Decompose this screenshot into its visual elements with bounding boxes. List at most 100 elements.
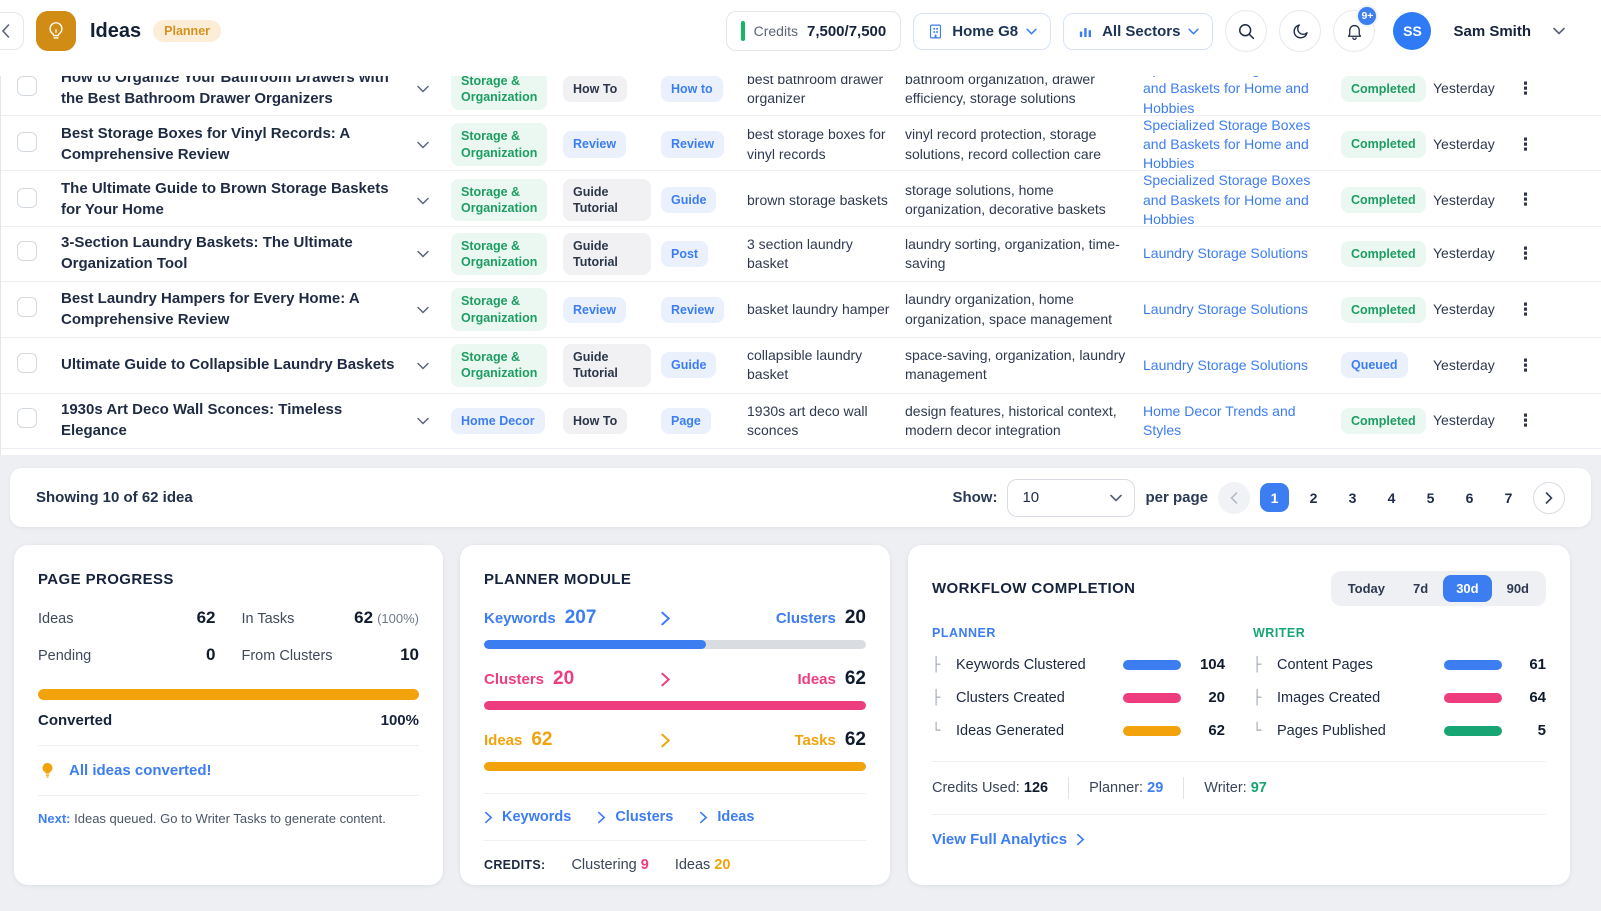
range-30d-button[interactable]: 30d — [1443, 575, 1491, 602]
status-badge: Completed — [1341, 241, 1426, 267]
page-button[interactable]: 2 — [1299, 483, 1328, 512]
chevron-down-icon — [1026, 28, 1037, 35]
cluster-link[interactable]: Laundry Storage Solutions — [1143, 357, 1308, 373]
page-button[interactable]: 6 — [1455, 483, 1484, 512]
kebab-menu-icon[interactable]: ⋮ — [1517, 300, 1534, 319]
time-range-toggle: Today 7d 30d 90d — [1331, 571, 1546, 606]
idea-title[interactable]: Ultimate Guide to Collapsible Laundry Ba… — [61, 355, 417, 376]
kebab-menu-icon[interactable]: ⋮ — [1517, 356, 1534, 375]
range-today-button[interactable]: Today — [1335, 575, 1398, 602]
page-button[interactable]: 4 — [1377, 483, 1406, 512]
dark-mode-button[interactable] — [1279, 10, 1321, 52]
planner-credits: Planner: 29 — [1089, 780, 1163, 796]
metric-bar — [1123, 726, 1181, 736]
range-90d-button[interactable]: 90d — [1494, 575, 1542, 602]
page-button[interactable]: 1 — [1260, 483, 1289, 512]
kebab-menu-icon[interactable]: ⋮ — [1517, 190, 1534, 209]
row-checkbox[interactable] — [17, 408, 37, 428]
cluster-link[interactable]: Specialized Storage Boxes and Baskets fo… — [1143, 76, 1310, 116]
stat-value: 62 — [354, 608, 373, 628]
kebab-menu-icon[interactable]: ⋮ — [1517, 244, 1534, 263]
format-badge: Guide — [661, 187, 716, 213]
row-checkbox[interactable] — [17, 297, 37, 317]
cluster-link[interactable]: Laundry Storage Solutions — [1143, 301, 1308, 317]
next-page-button[interactable] — [1533, 482, 1565, 514]
table-row: Best Laundry Hampers for Every Home: A C… — [1, 282, 1601, 338]
expand-chevron-icon[interactable] — [417, 250, 429, 258]
tree-corner-icon: └ — [1253, 723, 1267, 739]
avatar[interactable]: SS — [1393, 12, 1431, 50]
expand-chevron-icon[interactable] — [417, 417, 429, 425]
cluster-link[interactable]: Specialized Storage Boxes and Baskets fo… — [1143, 117, 1310, 172]
table-row: 3-Section Laundry Baskets: The Ultimate … — [1, 227, 1601, 283]
secondary-keywords: bathroom organization, drawer efficiency… — [905, 76, 1143, 108]
row-checkbox[interactable] — [17, 76, 37, 96]
idea-title[interactable]: How to Organize Your Bathroom Drawers wi… — [61, 76, 417, 110]
workspace-dropdown[interactable]: Home G8 — [913, 13, 1051, 50]
idea-title[interactable]: 1930s Art Deco Wall Sconces: Timeless El… — [61, 400, 417, 441]
row-checkbox[interactable] — [17, 241, 37, 261]
search-button[interactable] — [1225, 10, 1267, 52]
ideas-link[interactable]: Ideas — [699, 809, 754, 825]
back-button[interactable] — [0, 12, 24, 50]
chevron-down-icon[interactable] — [1553, 27, 1565, 35]
kebab-menu-icon[interactable]: ⋮ — [1517, 79, 1534, 98]
idea-title[interactable]: Best Storage Boxes for Vinyl Records: A … — [61, 124, 417, 165]
page-button[interactable]: 7 — [1494, 483, 1523, 512]
kebab-menu-icon[interactable]: ⋮ — [1517, 135, 1534, 154]
keywords-link[interactable]: Keywords — [484, 809, 571, 825]
primary-keyword: 1930s art deco wall sconces — [747, 402, 905, 441]
lightbulb-icon — [38, 761, 57, 780]
page-title: Ideas — [90, 20, 141, 43]
workflow-row: ├ Images Created 64 — [1253, 689, 1546, 706]
flow-to-label: Ideas — [798, 671, 836, 688]
expand-chevron-icon[interactable] — [417, 141, 429, 149]
clusters-link[interactable]: Clusters — [597, 809, 673, 825]
row-checkbox[interactable] — [17, 132, 37, 152]
metric-bar — [1444, 726, 1502, 736]
cluster-link[interactable]: Specialized Storage Boxes and Baskets fo… — [1143, 172, 1310, 227]
expand-chevron-icon[interactable] — [417, 362, 429, 370]
prev-page-button[interactable] — [1218, 482, 1250, 514]
credits-label: Credits — [754, 23, 798, 39]
flow-progress-bar — [484, 762, 866, 771]
flow-to-label: Tasks — [794, 732, 835, 749]
page-button[interactable]: 3 — [1338, 483, 1367, 512]
status-badge: Completed — [1341, 408, 1426, 434]
range-7d-button[interactable]: 7d — [1400, 575, 1441, 602]
expand-chevron-icon[interactable] — [417, 306, 429, 314]
tree-branch-icon: ├ — [932, 690, 946, 706]
search-icon — [1237, 22, 1256, 41]
conversion-message: All ideas converted! — [69, 762, 212, 779]
notifications-button[interactable]: 9+ — [1333, 10, 1375, 52]
format-badge: How to — [661, 76, 723, 102]
date-label: Yesterday — [1433, 300, 1517, 319]
cluster-link[interactable]: Laundry Storage Solutions — [1143, 245, 1308, 261]
flow-progress-bar — [484, 701, 866, 710]
flow-from-label[interactable]: Keywords — [484, 610, 556, 627]
format-badge: Review — [661, 131, 724, 157]
user-name: Sam Smith — [1453, 23, 1531, 40]
sector-dropdown[interactable]: All Sectors — [1063, 13, 1213, 50]
kebab-menu-icon[interactable]: ⋮ — [1517, 411, 1534, 430]
idea-title[interactable]: The Ultimate Guide to Brown Storage Bask… — [61, 179, 417, 220]
expand-chevron-icon[interactable] — [417, 197, 429, 205]
expand-chevron-icon[interactable] — [417, 85, 429, 93]
category-badge: Storage & Organization — [451, 233, 547, 276]
idea-title[interactable]: Best Laundry Hampers for Every Home: A C… — [61, 289, 417, 330]
idea-title[interactable]: 3-Section Laundry Baskets: The Ultimate … — [61, 233, 417, 274]
secondary-keywords: storage solutions, home organization, de… — [905, 181, 1143, 220]
flow-from-label[interactable]: Ideas — [484, 732, 522, 749]
view-analytics-link[interactable]: View Full Analytics — [932, 831, 1546, 848]
stat-extra: (100%) — [377, 611, 419, 626]
cluster-link[interactable]: Home Decor Trends and Styles — [1143, 403, 1296, 438]
category-badge: Storage & Organization — [451, 76, 547, 110]
flow-to-label: Clusters — [776, 610, 836, 627]
page-size-select[interactable]: 10 — [1007, 479, 1135, 517]
row-checkbox[interactable] — [17, 188, 37, 208]
date-label: Yesterday — [1433, 191, 1517, 210]
content-type-badge: How To — [563, 76, 627, 102]
page-button[interactable]: 5 — [1416, 483, 1445, 512]
row-checkbox[interactable] — [17, 353, 37, 373]
flow-from-label[interactable]: Clusters — [484, 671, 544, 688]
